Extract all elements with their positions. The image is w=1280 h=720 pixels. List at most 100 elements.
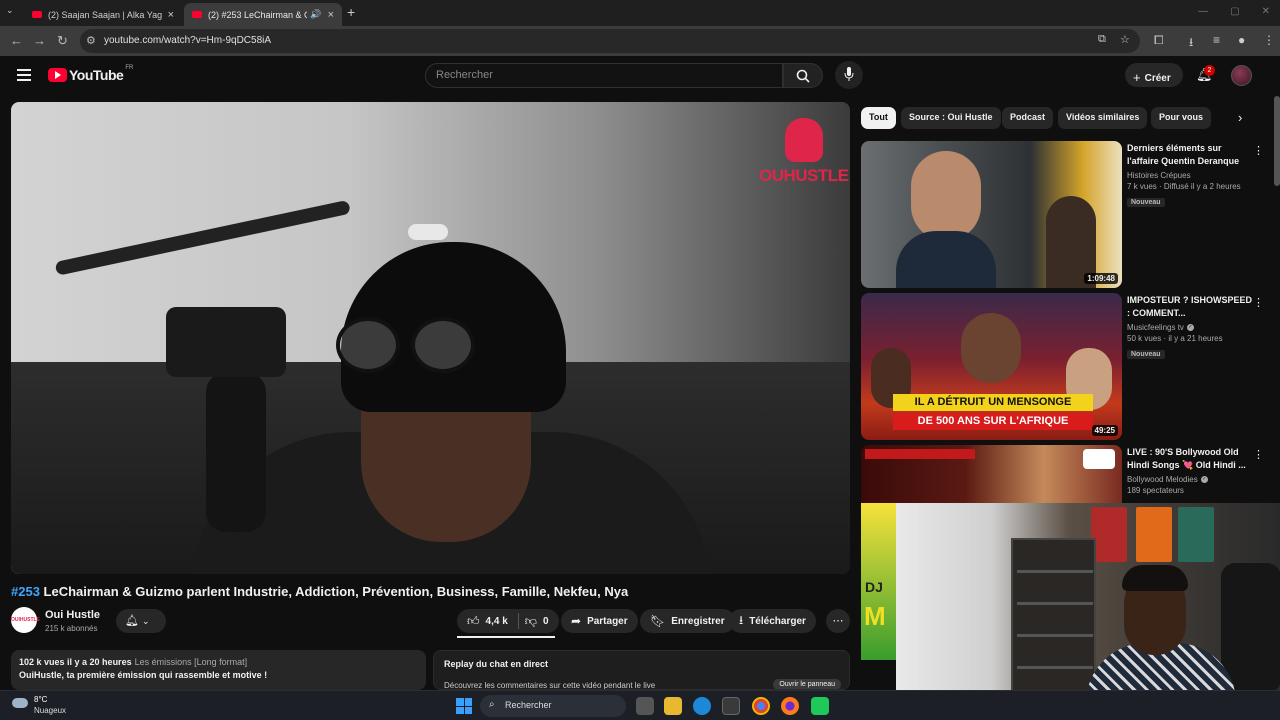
url-bar[interactable]: ⚙ youtube.com/watch?v=Hm-9qDC58iA ⧉ ☆ (80, 29, 1140, 53)
site-info-icon[interactable]: ⚙ (86, 34, 96, 47)
chip-similar[interactable]: Vidéos similaires (1058, 107, 1148, 129)
download-label: Télécharger (749, 615, 806, 627)
video-thumbnail[interactable] (861, 445, 1122, 505)
close-window-icon[interactable]: ✕ (1262, 6, 1270, 17)
video-thumbnail[interactable]: 1:09:48 (861, 141, 1122, 288)
channel-name[interactable]: Oui Hustle (45, 609, 100, 621)
profile-icon[interactable]: ● (1238, 33, 1245, 47)
download-button[interactable]: ⭳ Télécharger (729, 609, 816, 633)
url-text: youtube.com/watch?v=Hm-9qDC58iA (104, 35, 272, 46)
search-icon: ⌕ (489, 699, 495, 710)
maximize-icon[interactable]: ▢ (1230, 6, 1239, 17)
gaming-chair (1221, 563, 1280, 693)
subscription-bell-button[interactable]: 🔔︎ ⌄ (116, 609, 166, 633)
video-title-text: LeChairman & Guizmo parlent Industrie, A… (39, 584, 629, 599)
forward-icon[interactable]: → (33, 33, 46, 48)
like-button[interactable]: 👍︎ 4,4 k 👎︎ 0 (457, 609, 559, 633)
video-player[interactable]: OUHUSTLE (11, 102, 850, 574)
extensions-icon[interactable]: ⧠ (1154, 33, 1164, 48)
bookmark-star-icon[interactable]: ☆ (1120, 33, 1130, 46)
channel-name[interactable]: Histoires Crépues (1127, 171, 1252, 180)
description-text: OuiHustle, ta première émission qui rass… (19, 670, 268, 680)
search-button[interactable] (783, 63, 823, 88)
open-chat-button[interactable]: Ouvrir le panneau (773, 679, 841, 689)
search-input[interactable]: Rechercher (425, 63, 783, 88)
media-icon[interactable]: ≡ (1213, 33, 1220, 47)
verified-icon: ✓ (1200, 476, 1208, 484)
app-icon[interactable] (811, 697, 829, 715)
back-icon[interactable]: ← (10, 33, 23, 48)
chip-for-you[interactable]: Pour vous (1151, 107, 1212, 129)
video-meta: LIVE : 90'S Bollywood Old Hindi Songs 💘 … (1127, 446, 1252, 495)
minimize-icon[interactable]: — (1198, 6, 1208, 17)
video-meta: Derniers éléments sur l'affaire Quentin … (1127, 142, 1252, 209)
account-avatar[interactable] (1231, 65, 1252, 86)
firefox-icon[interactable] (781, 697, 799, 715)
webcam-overlay (896, 503, 1280, 693)
channel-name[interactable]: Bollywood Melodies (1127, 475, 1198, 484)
file-explorer-icon[interactable] (664, 697, 682, 715)
video-hashtag[interactable]: #253 (11, 584, 40, 599)
close-tab-icon[interactable]: × (168, 9, 174, 21)
store-icon[interactable] (722, 697, 740, 715)
more-icon[interactable]: ⋮ (1253, 448, 1264, 461)
more-icon[interactable]: ⋮ (1253, 296, 1264, 309)
speaker-icon[interactable]: 🔊 (310, 9, 321, 20)
chip-source[interactable]: Source : Oui Hustle (901, 107, 1001, 129)
view-info: 50 k vues · il y a 21 heures (1127, 334, 1223, 343)
youtube-logo[interactable]: YouTube FR (48, 65, 133, 83)
dislike-icon[interactable]: 👎︎ (525, 614, 537, 629)
edge-icon[interactable] (693, 697, 711, 715)
save-button[interactable]: 🔖︎ Enregistrer (640, 609, 735, 633)
thumb-shirt (896, 231, 996, 288)
page-scrollbar[interactable] (1274, 96, 1280, 186)
tab-title: (2) #253 LeChairman & Gui (208, 9, 308, 20)
chip-all[interactable]: Tout (861, 107, 896, 129)
downloads-icon[interactable]: ⭳ (1189, 33, 1193, 54)
share-icon: ➦ (571, 614, 582, 628)
video-title[interactable]: IMPOSTEUR ? ISHOWSPEED : COMMENT... (1127, 294, 1252, 320)
like-icon: 👍︎ (467, 613, 480, 628)
chevron-right-icon[interactable]: › (1238, 110, 1242, 125)
cloud-icon (12, 698, 28, 708)
chevron-down-icon: ⌄ (142, 616, 150, 626)
new-badge: Nouveau (1127, 350, 1165, 359)
browser-tabstrip: ⌄ (2) Saajan Saajan | Alka Yagnik × (2) … (0, 0, 1280, 26)
windows-start-icon[interactable] (456, 698, 472, 714)
taskbar-search[interactable]: ⌕ Rechercher (480, 695, 626, 717)
glasses-right (411, 317, 475, 373)
menu-icon[interactable] (17, 69, 31, 81)
youtube-favicon-icon (192, 11, 202, 18)
more-icon[interactable]: ⋯ (826, 609, 850, 633)
more-icon[interactable]: ⋮ (1253, 144, 1264, 157)
mic-icon (844, 67, 854, 81)
chat-title: Replay du chat en direct (444, 659, 549, 669)
cast-icon[interactable]: ⧉ (1098, 33, 1106, 46)
share-button[interactable]: ➦ Partager (561, 609, 638, 633)
chrome-menu-icon[interactable]: ⋮ (1263, 33, 1275, 47)
playlist-tag[interactable]: Les émissions [Long format] (135, 657, 248, 667)
reload-icon[interactable]: ↻ (57, 33, 68, 49)
browser-tab[interactable]: (2) Saajan Saajan | Alka Yagnik × (24, 3, 182, 26)
new-tab-icon[interactable]: + (347, 4, 355, 20)
video-thumbnail[interactable]: IL A DÉTRUIT UN MENSONGE DE 500 ANS SUR … (861, 293, 1122, 440)
chrome-icon[interactable] (752, 697, 770, 715)
mic-arm (54, 199, 351, 276)
chip-podcast[interactable]: Podcast (1002, 107, 1054, 129)
video-description[interactable]: 102 k vues il y a 20 heures Les émissions… (11, 650, 426, 690)
close-tab-icon[interactable]: × (328, 9, 334, 21)
watermark-text: OUHUSTLE (759, 166, 849, 185)
browser-tab-active[interactable]: (2) #253 LeChairman & Gui 🔊 × (184, 3, 342, 26)
channel-name[interactable]: Musicfeelings tv (1127, 323, 1184, 332)
tab-list-chevron-icon[interactable]: ⌄ (6, 5, 14, 16)
video-title[interactable]: Derniers éléments sur l'affaire Quentin … (1127, 142, 1252, 168)
video-duration: 1:09:48 (1084, 273, 1118, 284)
task-view-icon[interactable] (636, 697, 654, 715)
create-button[interactable]: + Créer (1125, 63, 1183, 87)
video-title[interactable]: LIVE : 90'S Bollywood Old Hindi Songs 💘 … (1127, 446, 1252, 472)
channel-avatar[interactable]: OUIHUSTLE (11, 607, 40, 633)
save-icon: 🔖︎ (650, 614, 666, 628)
logo-text: YouTube (69, 67, 124, 83)
thumb-banner (865, 449, 975, 459)
voice-search-button[interactable] (835, 61, 863, 89)
